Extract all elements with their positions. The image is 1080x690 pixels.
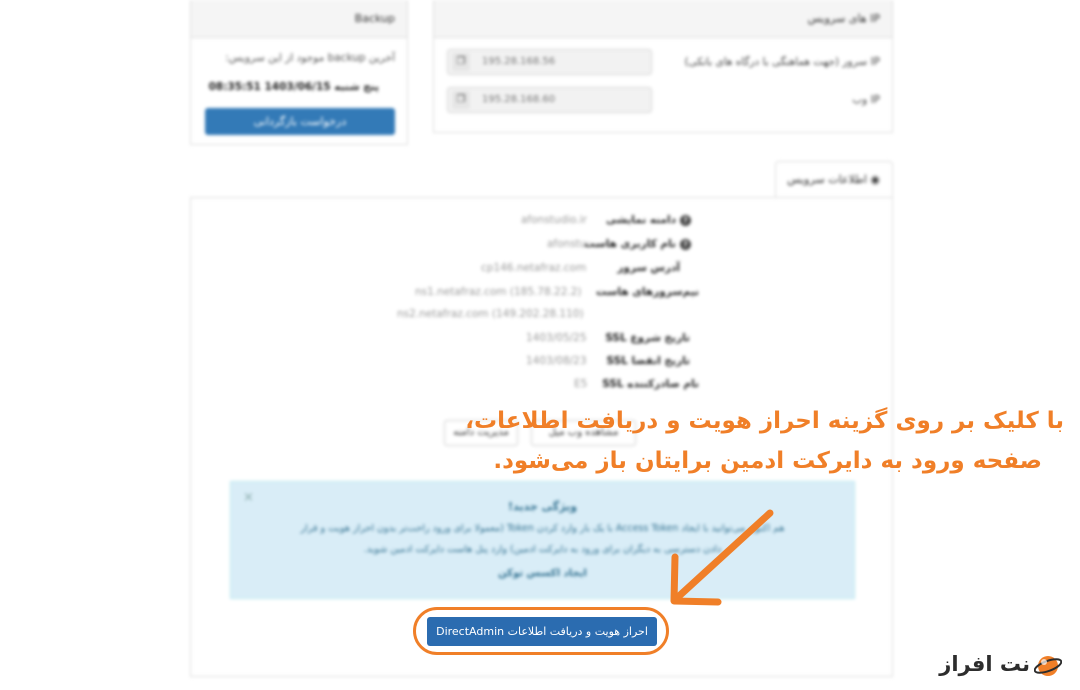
annotation-line-1: با کلیک بر روی گزینه احراز هویت و دریافت… [465,408,1064,434]
globe-icon: ◉ [870,173,880,186]
info-value-ssl-issuer: E5 [574,378,588,390]
web-ip-value: 195.28.168.60 [482,94,556,105]
last-backup-value: پنج شنبه 1403/06/15 08:35:51 [208,81,379,93]
restore-button[interactable]: درخواست بازگردانی [205,108,395,135]
blurred-background: Backup آخرین backup موجود از این سرویس: … [0,0,1080,690]
service-info-panel: ?دامنه نمایشی afonstudio.ir ?نام کاربری … [190,197,893,677]
info-label-display-domain: ?دامنه نمایشی [606,214,691,226]
info-value-ssl-expiry: 1403/08/23 [526,355,587,367]
highlight-oval [413,607,669,655]
annotation-line-2: صفحه ورود به دایرکت ادمین برایتان باز می… [493,448,1042,474]
info-value-server-address: cp146.netafraz.com [481,262,587,274]
planet-logo-icon [1034,656,1062,676]
copy-icon[interactable]: ❐ [452,53,470,71]
logo-text: نت افراز [939,652,1030,676]
service-ip-panel: IP های سرویس IP سرور (جهت هماهنگی با درگ… [433,0,893,133]
info-label-nameservers: نیم‌سرورهای هاست [595,286,699,298]
web-ip-field[interactable]: ❐ 195.28.168.60 [447,87,652,113]
last-backup-label: آخرین backup موجود از این سرویس: [225,52,395,64]
server-ip-value: 195.28.168.56 [482,56,556,67]
web-ip-label: IP وب [852,94,880,106]
info-value-display-domain: afonstudio.ir [521,214,587,226]
info-label-server-address: آدرس سرور [617,262,680,274]
help-icon: ? [680,214,691,226]
info-value-ssl-start: 1403/05/25 [526,332,587,344]
server-ip-label: IP سرور (جهت هماهنگی با درگاه های بانکی) [684,56,880,68]
tab-service-info[interactable]: ◉ اطلاعات سرویس [775,161,893,198]
info-label-ssl-start: تاریخ شروع SSL [605,332,690,344]
info-value-ns1: ns1.netafraz.com (185.78.22.2) [415,286,582,298]
info-label-host-username: ?نام کاربری هاست [584,238,691,250]
backup-panel: Backup آخرین backup موجود از این سرویس: … [190,0,408,145]
service-ip-title: IP های سرویس [434,0,892,38]
netafraz-logo: نت افراز [922,648,1062,684]
info-label-ssl-issuer: نام صادرکننده SSL [602,378,699,390]
info-value-host-username: afonstu [547,238,587,250]
tab-service-info-label: اطلاعات سرویس [787,173,867,186]
server-ip-field[interactable]: ❐ 195.28.168.56 [447,49,652,75]
help-icon: ? [680,238,691,250]
pointer-arrow-icon [670,509,774,606]
copy-icon[interactable]: ❐ [452,91,470,109]
info-value-ns2: ns2.netafraz.com (149.202.28.110) [397,308,584,320]
backup-panel-title: Backup [191,0,407,38]
info-label-ssl-expiry: تاریخ انقضا SSL [606,355,690,367]
